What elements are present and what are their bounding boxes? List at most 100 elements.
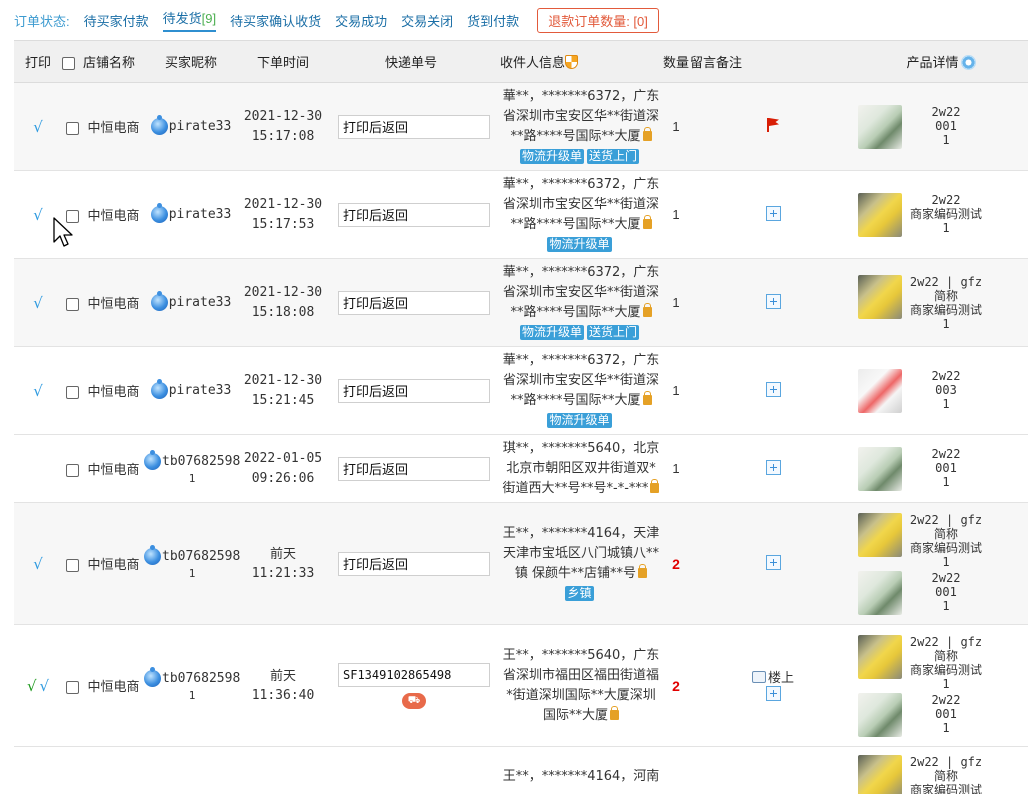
table-row[interactable]: √ 中恒电商 pirate33 2021-12-30 15:21:45 華**，*****… <box>14 346 1028 435</box>
add-note-icon[interactable] <box>765 686 781 701</box>
row-checkbox[interactable] <box>66 298 80 312</box>
buyer-nick[interactable]: pirate33 <box>169 383 232 398</box>
tab-completed[interactable]: 交易成功 <box>335 11 387 30</box>
tracking-number-input[interactable] <box>338 456 490 481</box>
product-name: 2w22 <box>931 104 961 119</box>
table-row[interactable]: √√ 中恒电商 tb07682598 1 前天 11:36:40 ⛟ 王**，*******5… <box>14 624 1028 747</box>
buyer-nick[interactable]: tb07682598 <box>162 671 240 686</box>
add-note-icon[interactable] <box>765 381 781 397</box>
product-item[interactable]: 2w22 003 1 <box>858 368 1028 413</box>
wangwang-chat-icon[interactable] <box>150 115 168 135</box>
product-item[interactable]: 2w22 001 1 <box>858 692 1028 737</box>
tracking-number-input[interactable] <box>338 378 490 403</box>
product-thumbnail[interactable] <box>858 274 902 319</box>
product-thumbnail[interactable] <box>858 104 902 149</box>
qty-cell <box>662 746 690 794</box>
product-item[interactable]: 2w22 001 1 <box>858 104 1028 149</box>
refund-count-button[interactable]: 退款订单数量: [0] <box>537 7 659 33</box>
add-note-icon[interactable] <box>765 293 781 309</box>
product-item[interactable]: 2w22 001 1 <box>858 570 1028 615</box>
lock-icon[interactable] <box>642 214 652 229</box>
row-checkbox[interactable] <box>66 464 80 478</box>
quantity: 1 <box>672 295 680 310</box>
row-checkbox[interactable] <box>66 559 80 573</box>
product-thumbnail[interactable] <box>858 692 902 737</box>
product-name: 2w22 <box>931 692 961 707</box>
tab-awaiting-payment[interactable]: 待买家付款 <box>84 11 149 30</box>
buyer-nick[interactable]: pirate33 <box>169 207 232 222</box>
product-item[interactable]: 2w22 | gfz简称 商家编码测试 1 <box>858 634 1028 691</box>
lock-icon[interactable] <box>642 390 652 405</box>
logistics-icon[interactable]: ⛟ <box>402 692 426 709</box>
product-cell: 2w22 | gfz简称 商家编码测试 <box>854 746 1028 794</box>
tab-count: [9] <box>201 11 217 26</box>
row-checkbox[interactable] <box>66 386 80 400</box>
mouse-cursor-icon <box>53 217 73 247</box>
product-item[interactable]: 2w22 | gfz简称 商家编码测试 1 <box>858 512 1028 569</box>
add-note-icon[interactable] <box>765 554 781 570</box>
lock-icon[interactable] <box>638 563 648 578</box>
lock-icon[interactable] <box>642 302 652 317</box>
product-item[interactable]: 2w22 商家编码测试 1 <box>858 192 1028 237</box>
flag-icon[interactable] <box>765 117 781 133</box>
add-note-icon[interactable] <box>765 205 781 221</box>
buyer-nick[interactable]: tb07682598 <box>162 549 240 564</box>
product-thumbnail[interactable] <box>858 446 902 491</box>
recipient-cell: 華**，*******6372，广东省深圳市宝安区华**街道深**路****号国… <box>494 170 662 259</box>
recipient-address: 華**，*******6372，广东省深圳市宝安区华**街道深**路****号国… <box>502 352 660 408</box>
gear-icon[interactable] <box>960 55 976 70</box>
shop-name: 中恒电商 <box>87 384 140 399</box>
buyer-nick[interactable]: pirate33 <box>169 295 232 310</box>
shop-cell: 中恒电商 <box>62 624 144 747</box>
product-thumbnail[interactable] <box>858 368 902 413</box>
tracking-number-input[interactable] <box>338 551 490 576</box>
row-checkbox[interactable] <box>66 122 80 136</box>
add-note-icon[interactable] <box>765 459 781 475</box>
wangwang-chat-icon[interactable] <box>144 449 161 470</box>
product-item[interactable]: 2w22 | gfz简称 商家编码测试 <box>858 754 1028 794</box>
buyer-nick[interactable]: pirate33 <box>169 119 232 134</box>
wangwang-chat-icon[interactable] <box>150 203 168 223</box>
table-row[interactable]: 王**，*******4164，河南 2w22 | gfz简称 商家编码测试 <box>14 746 1028 794</box>
table-row[interactable]: √ 中恒电商 pirate33 2021-12-30 15:18:08 華**，*****… <box>14 258 1028 347</box>
product-item[interactable]: 2w22 | gfz简称 商家编码测试 1 <box>858 274 1028 331</box>
wangwang-chat-icon[interactable] <box>150 379 168 399</box>
product-cell: 2w22 001 1 <box>854 434 1028 503</box>
table-row[interactable]: 中恒电商 tb07682598 1 2022-01-05 09:26:06 琪**，***… <box>14 434 1028 503</box>
product-qty: 1 <box>942 720 950 735</box>
lock-icon[interactable] <box>642 126 652 141</box>
wangwang-chat-icon[interactable] <box>144 544 161 565</box>
product-item[interactable]: 2w22 001 1 <box>858 446 1028 491</box>
tracking-number-input[interactable] <box>338 202 490 227</box>
tracking-number-input[interactable] <box>338 662 490 687</box>
wangwang-chat-icon[interactable] <box>150 291 168 311</box>
tracking-number-input[interactable] <box>338 114 490 139</box>
tab-closed[interactable]: 交易关闭 <box>401 11 453 30</box>
select-all-checkbox[interactable] <box>62 57 75 71</box>
product-thumbnail[interactable] <box>858 634 902 679</box>
product-thumbnail[interactable] <box>858 512 902 557</box>
memo-icon[interactable] <box>751 670 766 683</box>
table-row[interactable]: √ 中恒电商 tb07682598 1 前天 11:21:33 王**，*******416… <box>14 502 1028 625</box>
product-thumbnail[interactable] <box>858 754 902 794</box>
table-row[interactable]: √ 中恒电商 pirate33 2021-12-30 15:17:53 華**，*****… <box>14 170 1028 259</box>
table-row[interactable]: √ 中恒电商 pirate33 2021-12-30 15:17:08 華**，*****… <box>14 82 1028 171</box>
tracking-number-input[interactable] <box>338 290 490 315</box>
buyer-note: 楼上 <box>767 670 794 685</box>
tab-cod[interactable]: 货到付款 <box>467 11 519 30</box>
product-thumbnail[interactable] <box>858 192 902 237</box>
wangwang-chat-icon[interactable] <box>144 666 161 687</box>
tab-awaiting-receipt[interactable]: 待买家确认收货 <box>230 11 321 30</box>
lock-icon[interactable] <box>610 705 619 720</box>
buyer-nick[interactable]: tb07682598 <box>162 454 240 469</box>
product-thumbnail[interactable] <box>858 570 902 615</box>
col-buyer: 买家昵称 <box>144 40 238 83</box>
time-cell: 2021-12-30 15:17:53 <box>238 170 328 259</box>
recipient-cell: 王**，*******5640，广东省深圳市福田区福田街道福*街道深圳国际**大… <box>494 624 662 747</box>
lock-icon[interactable] <box>650 478 660 493</box>
product-qty: 1 <box>942 316 950 331</box>
tab-awaiting-shipment[interactable]: 待发货[9] <box>162 8 217 32</box>
order-date: 2021-12-30 <box>243 196 323 212</box>
row-checkbox[interactable] <box>66 681 80 695</box>
buyer-cell: tb07682598 1 <box>144 502 240 625</box>
